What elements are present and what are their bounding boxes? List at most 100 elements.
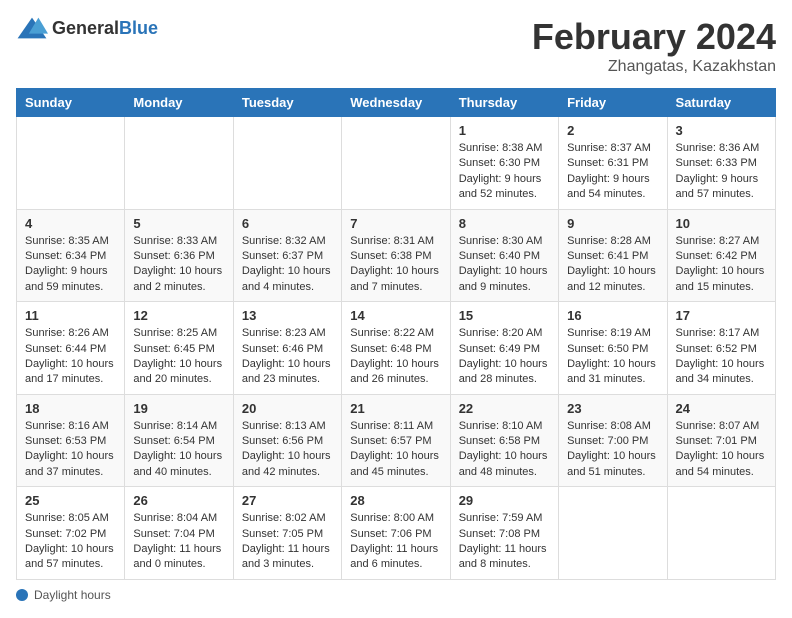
logo-general: General xyxy=(52,18,119,38)
calendar-cell: 11 Sunrise: 8:26 AMSunset: 6:44 PMDayligh… xyxy=(17,302,125,395)
day-number: 7 xyxy=(350,216,441,231)
day-number: 17 xyxy=(676,308,767,323)
day-number: 28 xyxy=(350,493,441,508)
title-block: February 2024 Zhangatas, Kazakhstan xyxy=(532,16,776,76)
calendar-cell: 5 Sunrise: 8:33 AMSunset: 6:36 PMDaylight… xyxy=(125,209,233,302)
daylight-label: Daylight hours xyxy=(34,588,111,602)
day-number: 21 xyxy=(350,401,441,416)
calendar-cell xyxy=(559,487,667,580)
calendar-week-row: 4Sunrise: 8:35 AMSunset: 6:34 PMDaylight… xyxy=(17,209,776,302)
day-number: 12 xyxy=(133,308,224,323)
calendar-cell: 1Sunrise: 8:38 AMSunset: 6:30 PMDaylight… xyxy=(450,117,558,210)
calendar-cell: 27 Sunrise: 8:02 AMSunset: 7:05 PMDayligh… xyxy=(233,487,341,580)
footer: Daylight hours xyxy=(16,588,776,602)
day-number: 26 xyxy=(133,493,224,508)
day-info: Sunrise: 8:25 AMSunset: 6:45 PMDaylight:… xyxy=(133,326,224,388)
calendar-week-row: 1Sunrise: 8:38 AMSunset: 6:30 PMDaylight… xyxy=(17,117,776,210)
calendar-cell: 6 Sunrise: 8:32 AMSunset: 6:37 PMDaylight… xyxy=(233,209,341,302)
day-number: 2 xyxy=(567,123,658,138)
calendar-cell: 26Sunrise: 8:04 AMSunset: 7:04 PMDayligh… xyxy=(125,487,233,580)
calendar-day-header: Wednesday xyxy=(342,89,450,117)
calendar-cell: 9 Sunrise: 8:28 AMSunset: 6:41 PMDaylight… xyxy=(559,209,667,302)
logo-blue: Blue xyxy=(119,18,158,38)
calendar-table: SundayMondayTuesdayWednesdayThursdayFrid… xyxy=(16,88,776,580)
calendar-cell: 23Sunrise: 8:08 AMSunset: 7:00 PMDayligh… xyxy=(559,394,667,487)
day-number: 11 xyxy=(25,308,116,323)
day-info: Sunrise: 8:28 AMSunset: 6:41 PMDaylight:… xyxy=(567,234,658,296)
calendar-location: Zhangatas, Kazakhstan xyxy=(532,58,776,76)
day-info: Sunrise: 8:33 AMSunset: 6:36 PMDaylight:… xyxy=(133,234,224,296)
calendar-week-row: 11 Sunrise: 8:26 AMSunset: 6:44 PMDayligh… xyxy=(17,302,776,395)
day-info: Sunrise: 8:36 AMSunset: 6:33 PMDaylight:… xyxy=(676,141,767,203)
day-number: 15 xyxy=(459,308,550,323)
calendar-cell: 7 Sunrise: 8:31 AMSunset: 6:38 PMDaylight… xyxy=(342,209,450,302)
day-info: Sunrise: 8:00 AMSunset: 7:06 PMDaylight:… xyxy=(350,511,441,573)
calendar-cell: 15Sunrise: 8:20 AMSunset: 6:49 PMDayligh… xyxy=(450,302,558,395)
day-number: 5 xyxy=(133,216,224,231)
calendar-day-header: Saturday xyxy=(667,89,775,117)
calendar-cell: 16 Sunrise: 8:19 AMSunset: 6:50 PMDayligh… xyxy=(559,302,667,395)
day-number: 16 xyxy=(567,308,658,323)
day-number: 13 xyxy=(242,308,333,323)
calendar-day-header: Tuesday xyxy=(233,89,341,117)
calendar-cell: 2 Sunrise: 8:37 AMSunset: 6:31 PMDaylight… xyxy=(559,117,667,210)
day-info: Sunrise: 8:26 AMSunset: 6:44 PMDaylight:… xyxy=(25,326,116,388)
calendar-cell: 14 Sunrise: 8:22 AMSunset: 6:48 PMDayligh… xyxy=(342,302,450,395)
day-number: 22 xyxy=(459,401,550,416)
day-number: 3 xyxy=(676,123,767,138)
day-number: 25 xyxy=(25,493,116,508)
calendar-cell: 4Sunrise: 8:35 AMSunset: 6:34 PMDaylight… xyxy=(17,209,125,302)
calendar-cell: 25Sunrise: 8:05 AMSunset: 7:02 PMDayligh… xyxy=(17,487,125,580)
day-info: Sunrise: 8:19 AMSunset: 6:50 PMDaylight:… xyxy=(567,326,658,388)
day-info: Sunrise: 8:32 AMSunset: 6:37 PMDaylight:… xyxy=(242,234,333,296)
calendar-day-header: Sunday xyxy=(17,89,125,117)
calendar-cell: 24 Sunrise: 8:07 AMSunset: 7:01 PMDayligh… xyxy=(667,394,775,487)
day-number: 20 xyxy=(242,401,333,416)
day-number: 14 xyxy=(350,308,441,323)
calendar-day-header: Thursday xyxy=(450,89,558,117)
day-info: Sunrise: 8:17 AMSunset: 6:52 PMDaylight:… xyxy=(676,326,767,388)
day-info: Sunrise: 8:10 AMSunset: 6:58 PMDaylight:… xyxy=(459,419,550,481)
calendar-cell xyxy=(17,117,125,210)
day-info: Sunrise: 7:59 AMSunset: 7:08 PMDaylight:… xyxy=(459,511,550,573)
calendar-cell: 17 Sunrise: 8:17 AMSunset: 6:52 PMDayligh… xyxy=(667,302,775,395)
day-number: 10 xyxy=(676,216,767,231)
day-info: Sunrise: 8:35 AMSunset: 6:34 PMDaylight:… xyxy=(25,234,116,296)
calendar-cell: 29 Sunrise: 7:59 AMSunset: 7:08 PMDayligh… xyxy=(450,487,558,580)
day-info: Sunrise: 8:31 AMSunset: 6:38 PMDaylight:… xyxy=(350,234,441,296)
day-number: 9 xyxy=(567,216,658,231)
calendar-cell: 21 Sunrise: 8:11 AMSunset: 6:57 PMDayligh… xyxy=(342,394,450,487)
calendar-week-row: 25Sunrise: 8:05 AMSunset: 7:02 PMDayligh… xyxy=(17,487,776,580)
day-info: Sunrise: 8:14 AMSunset: 6:54 PMDaylight:… xyxy=(133,419,224,481)
day-info: Sunrise: 8:11 AMSunset: 6:57 PMDaylight:… xyxy=(350,419,441,481)
day-number: 27 xyxy=(242,493,333,508)
day-number: 29 xyxy=(459,493,550,508)
calendar-cell: 13 Sunrise: 8:23 AMSunset: 6:46 PMDayligh… xyxy=(233,302,341,395)
logo: GeneralBlue xyxy=(16,16,158,40)
day-number: 6 xyxy=(242,216,333,231)
calendar-cell: 10 Sunrise: 8:27 AMSunset: 6:42 PMDayligh… xyxy=(667,209,775,302)
day-info: Sunrise: 8:13 AMSunset: 6:56 PMDaylight:… xyxy=(242,419,333,481)
calendar-week-row: 18Sunrise: 8:16 AMSunset: 6:53 PMDayligh… xyxy=(17,394,776,487)
day-number: 24 xyxy=(676,401,767,416)
day-number: 19 xyxy=(133,401,224,416)
day-info: Sunrise: 8:02 AMSunset: 7:05 PMDaylight:… xyxy=(242,511,333,573)
calendar-day-header: Friday xyxy=(559,89,667,117)
day-number: 8 xyxy=(459,216,550,231)
day-info: Sunrise: 8:07 AMSunset: 7:01 PMDaylight:… xyxy=(676,419,767,481)
calendar-cell: 28 Sunrise: 8:00 AMSunset: 7:06 PMDayligh… xyxy=(342,487,450,580)
day-info: Sunrise: 8:27 AMSunset: 6:42 PMDaylight:… xyxy=(676,234,767,296)
calendar-header-row: SundayMondayTuesdayWednesdayThursdayFrid… xyxy=(17,89,776,117)
day-info: Sunrise: 8:37 AMSunset: 6:31 PMDaylight:… xyxy=(567,141,658,203)
calendar-cell: 3 Sunrise: 8:36 AMSunset: 6:33 PMDaylight… xyxy=(667,117,775,210)
day-number: 23 xyxy=(567,401,658,416)
calendar-cell: 20 Sunrise: 8:13 AMSunset: 6:56 PMDayligh… xyxy=(233,394,341,487)
calendar-cell xyxy=(233,117,341,210)
day-info: Sunrise: 8:23 AMSunset: 6:46 PMDaylight:… xyxy=(242,326,333,388)
day-info: Sunrise: 8:16 AMSunset: 6:53 PMDaylight:… xyxy=(25,419,116,481)
day-info: Sunrise: 8:22 AMSunset: 6:48 PMDaylight:… xyxy=(350,326,441,388)
calendar-cell xyxy=(342,117,450,210)
page-header: GeneralBlue February 2024 Zhangatas, Kaz… xyxy=(16,16,776,76)
logo-icon xyxy=(16,16,48,40)
calendar-cell: 8Sunrise: 8:30 AMSunset: 6:40 PMDaylight… xyxy=(450,209,558,302)
